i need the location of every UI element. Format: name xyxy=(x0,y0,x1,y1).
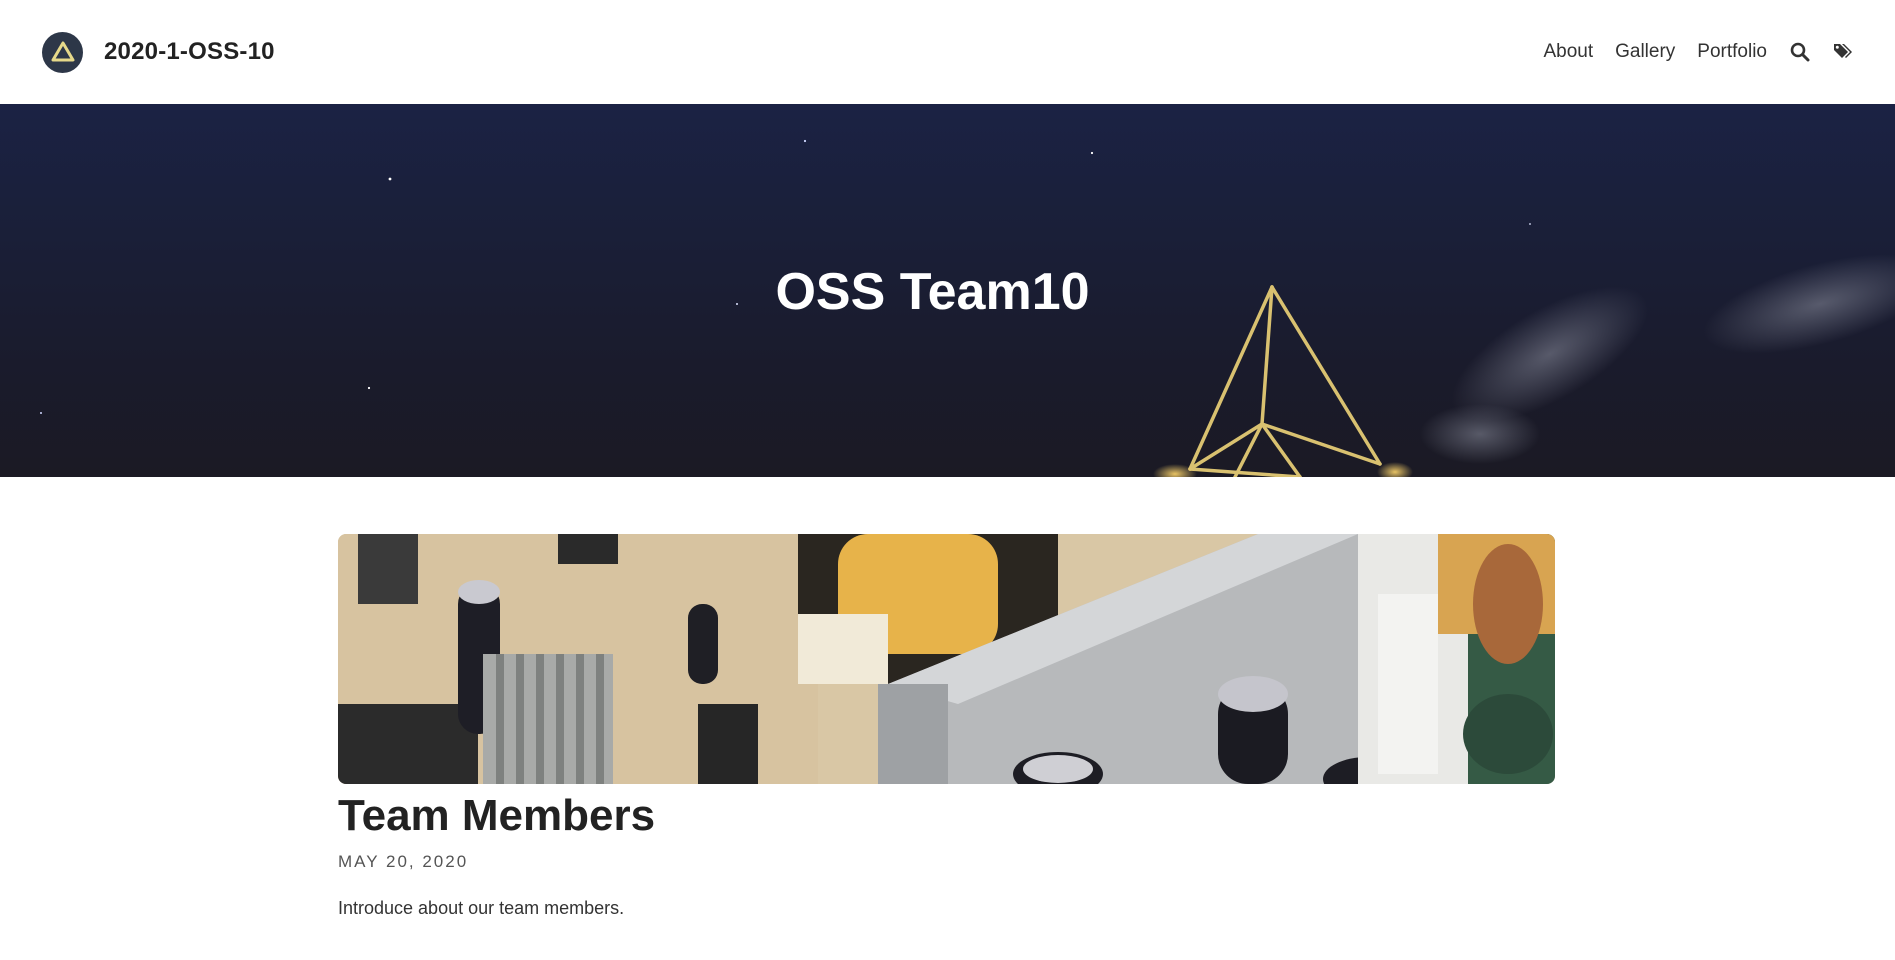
hero-title: OSS Team10 xyxy=(775,263,1090,321)
brand-link[interactable]: 2020-1-OSS-10 xyxy=(42,31,275,73)
search-icon[interactable] xyxy=(1789,41,1811,63)
nav-link-portfolio[interactable]: Portfolio xyxy=(1697,41,1767,63)
post-thumbnail-image[interactable] xyxy=(338,534,1555,784)
main-nav: About Gallery Portfolio xyxy=(1521,41,1855,63)
hero-banner: OSS Team10 xyxy=(0,104,1895,477)
post-excerpt: Introduce about our team members. xyxy=(338,898,625,919)
site-header: 2020-1-OSS-10 About Gallery Portfolio xyxy=(0,0,1895,104)
post-date: MAY 20, 2020 xyxy=(338,852,469,872)
triangle-logo-icon xyxy=(42,31,83,73)
tags-icon[interactable] xyxy=(1833,41,1855,63)
nav-link-gallery[interactable]: Gallery xyxy=(1615,41,1675,63)
site-title: 2020-1-OSS-10 xyxy=(104,38,275,65)
post-preview: Team Members MAY 20, 2020 Introduce abou… xyxy=(338,534,1555,919)
post-title[interactable]: Team Members xyxy=(338,791,1555,840)
nav-link-about[interactable]: About xyxy=(1543,41,1593,63)
